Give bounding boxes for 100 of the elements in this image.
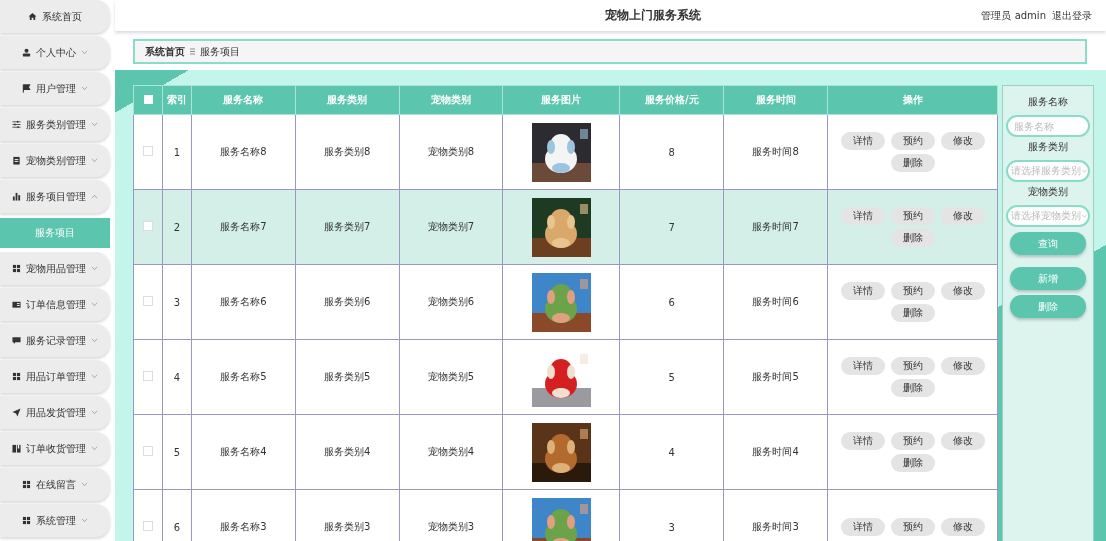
table-header-cell: 服务时间 xyxy=(723,85,828,115)
chevron-icon xyxy=(81,50,88,55)
action-button[interactable]: 详情 xyxy=(840,432,885,450)
sidebar-item[interactable]: 服务项目管理 xyxy=(0,180,110,213)
table-header-cell: 索引 xyxy=(162,85,192,115)
clipboard-icon xyxy=(12,156,21,165)
action-button[interactable]: 删除 xyxy=(890,304,935,322)
table-cell: 3 xyxy=(162,264,192,340)
action-button[interactable]: 预约 xyxy=(890,357,935,375)
sidebar-item[interactable]: 用户管理 xyxy=(0,72,110,105)
action-button[interactable]: 预约 xyxy=(890,518,935,536)
action-button[interactable]: 详情 xyxy=(840,207,885,225)
sidebar-item[interactable]: 个人中心 xyxy=(0,36,110,69)
separator-icon xyxy=(190,48,195,55)
grid-icon xyxy=(22,516,31,525)
table-header-cell: 操作 xyxy=(827,85,998,115)
action-button[interactable]: 删除 xyxy=(890,154,935,172)
action-button[interactable]: 修改 xyxy=(940,357,985,375)
action-button[interactable]: 详情 xyxy=(840,282,885,300)
menu-label: 订单信息管理 xyxy=(26,297,86,312)
grid-icon xyxy=(12,264,21,273)
send-icon xyxy=(12,408,21,417)
logout-link[interactable]: 退出登录 xyxy=(1052,8,1092,23)
menu-label: 用品发货管理 xyxy=(26,405,86,420)
table-row[interactable]: 6 服务名称3 服务类别3 宠物类别3 3 服务时间3 详情 预约 修改 xyxy=(133,489,998,541)
checkbox[interactable] xyxy=(143,146,153,156)
select-all-checkbox[interactable] xyxy=(143,94,153,104)
sidebar-item[interactable]: 宠物类别管理 xyxy=(0,144,110,177)
table-cell: 7 xyxy=(619,189,724,265)
sidebar-item[interactable]: 订单信息管理 xyxy=(0,288,110,321)
checkbox[interactable] xyxy=(143,221,153,231)
table-cell: 服务时间4 xyxy=(723,414,828,490)
field-label: 服务类别 xyxy=(1028,140,1068,154)
table-cell: 服务名称5 xyxy=(191,339,296,415)
table-cell: 服务名称7 xyxy=(191,189,296,265)
action-button[interactable]: 修改 xyxy=(940,518,985,536)
sidebar-item[interactable]: 系统首页 xyxy=(0,0,110,33)
table-cell: 4 xyxy=(619,414,724,490)
table-cell: 宠物类别7 xyxy=(399,189,503,265)
sidebar-item[interactable]: 在线留言 xyxy=(0,468,110,501)
table-cell: 1 xyxy=(162,114,192,190)
sidebar-item[interactable]: 宠物用品管理 xyxy=(0,252,110,285)
checkbox[interactable] xyxy=(143,296,153,306)
menu-label: 宠物用品管理 xyxy=(26,261,86,276)
action-button[interactable]: 详情 xyxy=(840,357,885,375)
table-row[interactable]: 5 服务名称4 服务类别4 宠物类别4 4 服务时间4 详情 预约 修改 删除 xyxy=(133,414,998,490)
action-button[interactable]: 删除 xyxy=(890,379,935,397)
flag-icon xyxy=(22,84,31,93)
action-button[interactable]: 修改 xyxy=(940,432,985,450)
table-row[interactable]: 2 服务名称7 服务类别7 宠物类别7 7 服务时间7 详情 预约 修改 删除 xyxy=(133,189,998,265)
sidebar-item[interactable]: 服务记录管理 xyxy=(0,324,110,357)
sidebar-item[interactable]: 用品订单管理 xyxy=(0,360,110,393)
action-button[interactable]: 修改 xyxy=(940,132,985,150)
grid-icon xyxy=(12,372,21,381)
action-button[interactable]: 详情 xyxy=(840,518,885,536)
action-button[interactable]: 预约 xyxy=(890,432,935,450)
table-cell: 服务类别5 xyxy=(295,339,400,415)
table-cell: 8 xyxy=(619,114,724,190)
card-icon xyxy=(12,300,21,309)
sidebar-item[interactable]: 订单收货管理 xyxy=(0,432,110,465)
home-icon xyxy=(28,12,37,21)
table-cell: 服务时间6 xyxy=(723,264,828,340)
chevron-icon xyxy=(91,194,98,199)
action-button[interactable]: 修改 xyxy=(940,207,985,225)
menu-label: 在线留言 xyxy=(36,477,76,492)
action-button[interactable]: 预约 xyxy=(890,132,935,150)
user-label: 管理员 admin xyxy=(981,8,1046,23)
sidebar-item[interactable]: 用品发货管理 xyxy=(0,396,110,429)
checkbox[interactable] xyxy=(143,371,153,381)
breadcrumb-link[interactable]: 服务项目 xyxy=(200,44,240,59)
action-button[interactable]: 修改 xyxy=(940,282,985,300)
menu-label: 宠物类别管理 xyxy=(26,153,86,168)
table-cell: 2 xyxy=(162,189,192,265)
table-row[interactable]: 3 服务名称6 服务类别6 宠物类别6 6 服务时间6 详情 预约 修改 删除 xyxy=(133,264,998,340)
menu-label: 用品订单管理 xyxy=(26,369,86,384)
user-icon xyxy=(22,48,31,57)
action-button[interactable]: 删除 xyxy=(890,454,935,472)
table-row[interactable]: 1 服务名称8 服务类别8 宠物类别8 8 服务时间8 详情 预约 修改 删除 xyxy=(133,114,998,190)
sidebar-item[interactable]: 系统管理 xyxy=(0,504,110,537)
menu-label: 系统首页 xyxy=(42,9,82,24)
menu-label: 服务项目管理 xyxy=(26,189,86,204)
input-field[interactable]: 服务名称 xyxy=(1006,115,1090,137)
checkbox[interactable] xyxy=(143,521,153,531)
action-button[interactable]: 预约 xyxy=(890,282,935,300)
action-button[interactable]: 删除 xyxy=(890,229,935,247)
sidebar-item[interactable]: 服务类别管理 xyxy=(0,108,110,141)
table-header-cell: 服务价格/元 xyxy=(619,85,724,115)
checkbox[interactable] xyxy=(143,446,153,456)
chevron-icon xyxy=(91,410,98,415)
table-cell: 宠物类别4 xyxy=(399,414,503,490)
table-header-cell: 服务图片 xyxy=(502,85,620,115)
menu-label: 服务类别管理 xyxy=(26,117,86,132)
breadcrumb-link[interactable]: 系统首页 xyxy=(145,44,185,59)
book-icon xyxy=(12,444,21,453)
menu-label: 用户管理 xyxy=(36,81,76,96)
table-cell: 服务时间5 xyxy=(723,339,828,415)
action-button[interactable]: 预约 xyxy=(890,207,935,225)
table-cell: 服务类别6 xyxy=(295,264,400,340)
table-row[interactable]: 4 服务名称5 服务类别5 宠物类别5 5 服务时间5 详情 预约 修改 删除 xyxy=(133,339,998,415)
action-button[interactable]: 详情 xyxy=(840,132,885,150)
